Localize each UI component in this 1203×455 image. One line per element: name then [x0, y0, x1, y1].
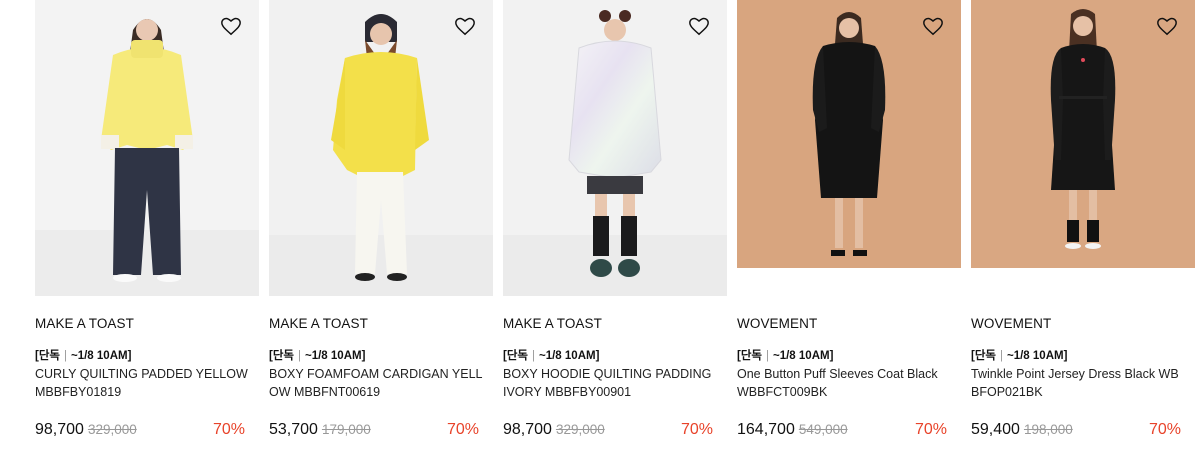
- discount-rate: 70%: [212, 421, 245, 438]
- price-row: 98,700 329,000 70%: [35, 421, 245, 441]
- brand-name[interactable]: MAKE A TOAST: [269, 316, 368, 331]
- product-card[interactable]: MAKE A TOAST [단독 | ~1/8 10AM] BOXY HOODIE …: [503, 0, 727, 455]
- promo-separator: |: [298, 350, 301, 362]
- original-price: 549,000: [798, 422, 848, 437]
- promo-separator: |: [1000, 350, 1003, 362]
- brand-name[interactable]: MAKE A TOAST: [35, 316, 134, 331]
- product-card[interactable]: MAKE A TOAST [단독 | ~1/8 10AM] CURLY QUILTI…: [35, 0, 259, 455]
- brand-name[interactable]: WOVEMENT: [737, 316, 817, 331]
- original-price: 329,000: [555, 422, 605, 437]
- product-image[interactable]: [737, 0, 961, 268]
- price-row: 98,700 329,000 70%: [503, 421, 713, 441]
- heart-icon[interactable]: [1156, 15, 1178, 37]
- promo-date: ~1/8 10AM]: [71, 350, 132, 362]
- discount-rate: 70%: [680, 421, 713, 438]
- product-card[interactable]: MAKE A TOAST [단독 | ~1/8 10AM] BOXY FOAMFOA…: [269, 0, 493, 455]
- sale-price: 98,700: [35, 421, 84, 438]
- promo-tag: [단독: [971, 350, 996, 362]
- product-name[interactable]: CURLY QUILTING PADDED YELLOW MBBFBY01819: [35, 365, 249, 401]
- product-grid: MAKE A TOAST [단독 | ~1/8 10AM] CURLY QUILTI…: [35, 0, 1195, 455]
- promo-tag: [단독: [737, 350, 762, 362]
- product-card[interactable]: WOVEMENT [단독 | ~1/8 10AM] Twinkle Point Je…: [971, 0, 1195, 455]
- promo-date: ~1/8 10AM]: [539, 350, 600, 362]
- product-name[interactable]: Twinkle Point Jersey Dress Black WBBFOP0…: [971, 365, 1185, 401]
- heart-icon[interactable]: [922, 15, 944, 37]
- original-price: 329,000: [87, 422, 137, 437]
- product-name[interactable]: One Button Puff Sleeves Coat Black WBBFC…: [737, 365, 951, 401]
- brand-name[interactable]: WOVEMENT: [971, 316, 1051, 331]
- promo-label: [단독 | ~1/8 10AM]: [35, 347, 131, 363]
- promo-tag: [단독: [269, 350, 294, 362]
- heart-icon[interactable]: [220, 15, 242, 37]
- discount-rate: 70%: [446, 421, 479, 438]
- promo-separator: |: [532, 350, 535, 362]
- promo-tag: [단독: [35, 350, 60, 362]
- sale-price: 53,700: [269, 421, 318, 438]
- sale-price: 164,700: [737, 421, 795, 438]
- product-image[interactable]: [269, 0, 493, 296]
- heart-icon[interactable]: [688, 15, 710, 37]
- price-row: 164,700 549,000 70%: [737, 421, 947, 441]
- promo-date: ~1/8 10AM]: [305, 350, 366, 362]
- promo-separator: |: [766, 350, 769, 362]
- heart-icon[interactable]: [454, 15, 476, 37]
- product-card[interactable]: WOVEMENT [단독 | ~1/8 10AM] One Button Puff …: [737, 0, 961, 455]
- price-row: 59,400 198,000 70%: [971, 421, 1181, 441]
- sale-price: 59,400: [971, 421, 1020, 438]
- product-image[interactable]: [503, 0, 727, 296]
- promo-separator: |: [64, 350, 67, 362]
- promo-label: [단독 | ~1/8 10AM]: [971, 347, 1067, 363]
- original-price: 179,000: [321, 422, 371, 437]
- product-image[interactable]: [35, 0, 259, 296]
- discount-rate: 70%: [1148, 421, 1181, 438]
- sale-price: 98,700: [503, 421, 552, 438]
- promo-label: [단독 | ~1/8 10AM]: [503, 347, 599, 363]
- discount-rate: 70%: [914, 421, 947, 438]
- promo-label: [단독 | ~1/8 10AM]: [269, 347, 365, 363]
- original-price: 198,000: [1023, 422, 1073, 437]
- product-name[interactable]: BOXY FOAMFOAM CARDIGAN YELLOW MBBFNT0061…: [269, 365, 483, 401]
- promo-tag: [단독: [503, 350, 528, 362]
- promo-date: ~1/8 10AM]: [1007, 350, 1068, 362]
- promo-date: ~1/8 10AM]: [773, 350, 834, 362]
- brand-name[interactable]: MAKE A TOAST: [503, 316, 602, 331]
- product-name[interactable]: BOXY HOODIE QUILTING PADDING IVORY MBBFB…: [503, 365, 717, 401]
- promo-label: [단독 | ~1/8 10AM]: [737, 347, 833, 363]
- price-row: 53,700 179,000 70%: [269, 421, 479, 441]
- product-image[interactable]: [971, 0, 1195, 268]
